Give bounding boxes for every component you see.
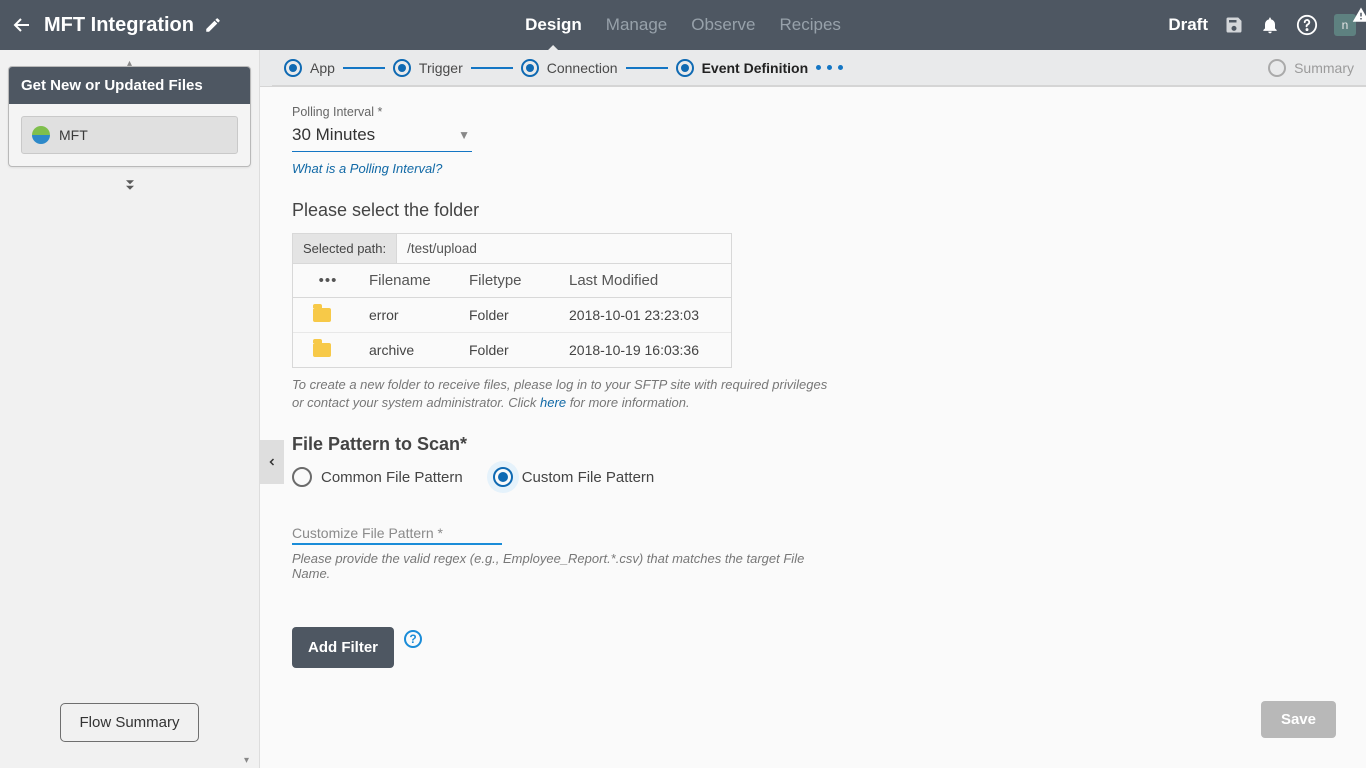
page-title: MFT Integration — [44, 14, 194, 37]
step-connector — [471, 67, 513, 69]
add-filter-button[interactable]: Add Filter — [292, 627, 394, 668]
step-connection[interactable]: Connection — [521, 59, 618, 77]
customize-file-pattern-label: Customize File Pattern * — [292, 525, 812, 541]
tab-design[interactable]: Design — [525, 0, 582, 50]
chevron-down-icon: ▼ — [458, 128, 470, 142]
folder-row[interactable]: archive Folder 2018-10-19 16:03:36 — [293, 333, 731, 367]
main-panel: App Trigger Connection Event Definition … — [260, 50, 1366, 768]
add-filter-help-icon[interactable]: ? — [404, 630, 422, 648]
top-nav-tabs: Design Manage Observe Recipes — [525, 0, 841, 50]
warning-icon — [1352, 6, 1366, 27]
scroll-up-indicator: ▴ — [8, 58, 251, 66]
edit-pencil-icon[interactable] — [204, 16, 222, 34]
save-button[interactable]: Save — [1261, 701, 1336, 738]
avatar[interactable]: n — [1334, 14, 1356, 36]
cell-filename: archive — [363, 333, 463, 367]
tab-recipes[interactable]: Recipes — [779, 0, 840, 50]
folder-section-title: Please select the folder — [292, 200, 1208, 221]
folder-row[interactable]: error Folder 2018-10-01 23:23:03 — [293, 298, 731, 333]
step-connector — [626, 67, 668, 69]
polling-interval-value: 30 Minutes — [292, 125, 375, 145]
tab-observe[interactable]: Observe — [691, 0, 755, 50]
customize-file-pattern-hint: Please provide the valid regex (e.g., Em… — [292, 551, 812, 581]
flow-card: Get New or Updated Files MFT — [8, 66, 251, 167]
wizard-stepper: App Trigger Connection Event Definition … — [272, 50, 1366, 86]
step-trigger[interactable]: Trigger — [393, 59, 463, 77]
folder-help-text: To create a new folder to receive files,… — [292, 376, 832, 412]
step-app[interactable]: App — [284, 59, 335, 77]
step-event-definition[interactable]: Event Definition — [676, 59, 809, 77]
sidebar: ▴ Get New or Updated Files MFT Flow Summ… — [0, 50, 260, 768]
cell-modified: 2018-10-19 16:03:36 — [563, 333, 731, 367]
folder-help-link[interactable]: here — [540, 395, 566, 410]
polling-help-link[interactable]: What is a Polling Interval? — [292, 161, 442, 176]
cell-filename: error — [363, 298, 463, 332]
bell-icon[interactable] — [1260, 15, 1280, 35]
step-connector — [343, 67, 385, 69]
collapse-sidebar-button[interactable] — [260, 440, 284, 484]
avatar-initial: n — [1342, 18, 1349, 32]
polling-interval-select[interactable]: 30 Minutes ▼ — [292, 121, 472, 152]
flow-card-title: Get New or Updated Files — [9, 67, 250, 104]
selected-path-value: /test/upload — [397, 234, 487, 263]
back-arrow-icon[interactable] — [10, 13, 34, 37]
app-header: MFT Integration Design Manage Observe Re… — [0, 0, 1366, 50]
file-pattern-radio-group: Common File Pattern Custom File Pattern — [292, 467, 1208, 487]
folder-browser: Selected path: /test/upload ••• Filename… — [292, 233, 732, 368]
folder-icon — [313, 343, 331, 357]
polling-interval-label: Polling Interval — [292, 105, 1208, 119]
cell-filetype: Folder — [463, 333, 563, 367]
mft-connector-icon — [32, 126, 50, 144]
col-last-modified: Last Modified — [563, 264, 731, 297]
tab-manage[interactable]: Manage — [606, 0, 667, 50]
col-filename: Filename — [363, 264, 463, 297]
customize-file-pattern-input[interactable] — [292, 543, 502, 545]
expand-more-icon[interactable] — [8, 177, 251, 198]
selected-path-label: Selected path: — [293, 234, 397, 263]
sidebar-item-mft[interactable]: MFT — [21, 116, 238, 154]
sidebar-item-label: MFT — [59, 127, 88, 143]
flow-summary-button[interactable]: Flow Summary — [60, 703, 198, 742]
cell-filetype: Folder — [463, 298, 563, 332]
file-pattern-title: File Pattern to Scan* — [292, 434, 1208, 455]
status-badge: Draft — [1168, 15, 1208, 35]
step-connector-dots — [816, 65, 843, 70]
col-filetype: Filetype — [463, 264, 563, 297]
help-icon[interactable] — [1296, 14, 1318, 36]
save-icon[interactable] — [1224, 15, 1244, 35]
radio-custom-file-pattern[interactable]: Custom File Pattern — [493, 467, 655, 487]
scroll-down-indicator: ▾ — [0, 753, 249, 768]
folder-table-header: ••• Filename Filetype Last Modified — [293, 264, 731, 298]
radio-common-file-pattern[interactable]: Common File Pattern — [292, 467, 463, 487]
step-summary[interactable]: Summary — [1268, 59, 1354, 77]
cell-modified: 2018-10-01 23:23:03 — [563, 298, 731, 332]
folder-icon — [313, 308, 331, 322]
folder-up-icon[interactable]: ••• — [293, 264, 363, 297]
